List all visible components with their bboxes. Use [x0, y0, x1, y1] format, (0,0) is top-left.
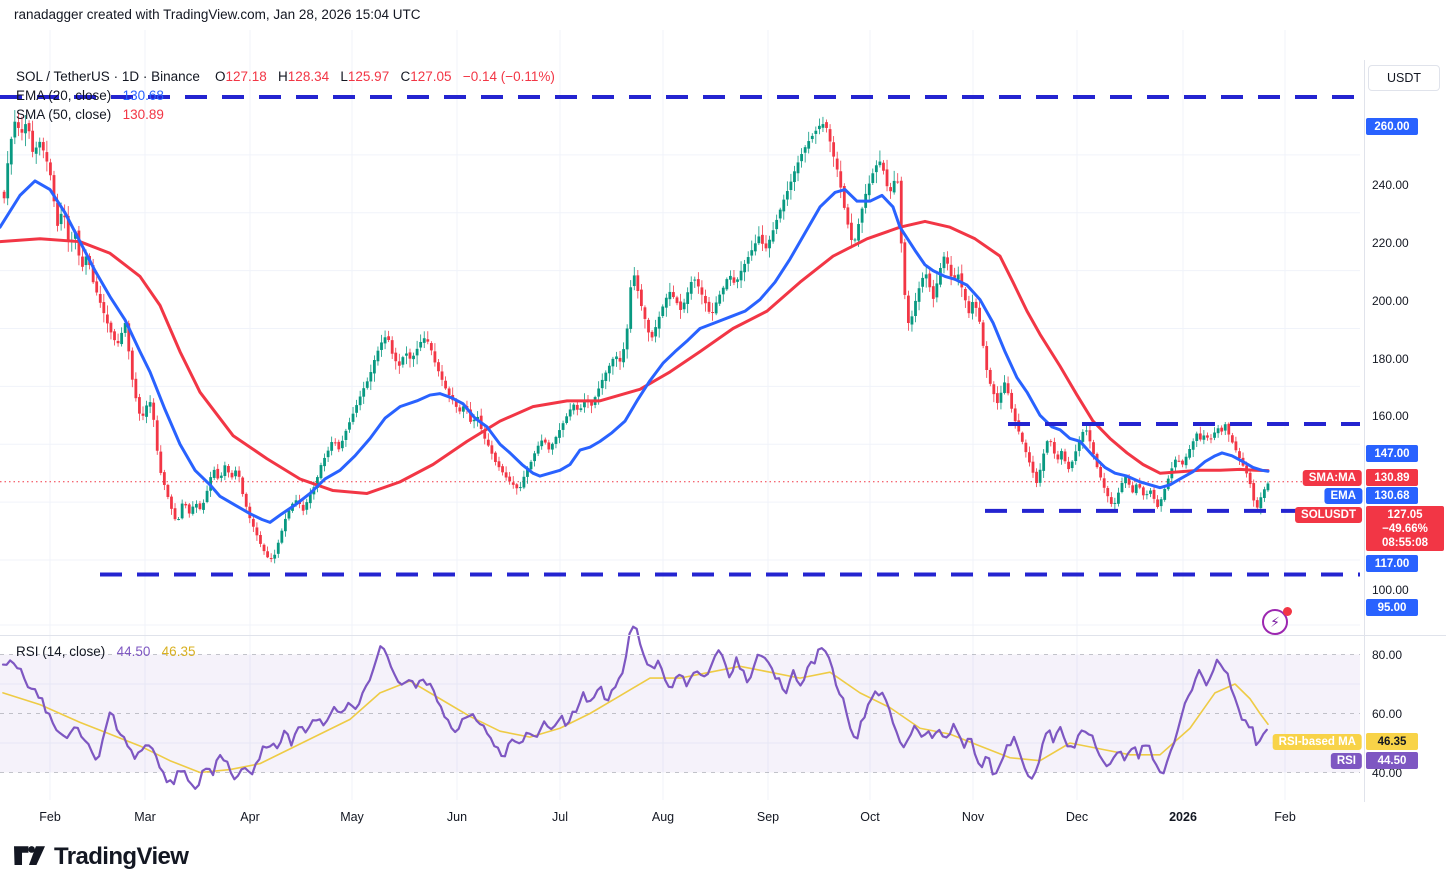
rsi-ma-series-label: RSI-based MA — [1272, 734, 1362, 750]
ema-label: EMA (20, close) — [16, 88, 112, 103]
flash-boost-icon[interactable]: ⚡ — [1261, 607, 1292, 638]
symbol-series-label: SOLUSDT — [1295, 507, 1362, 523]
tradingview-logo[interactable]: TradingView — [14, 843, 189, 871]
month-label-mar-1: Mar — [134, 810, 156, 824]
bar-countdown: 08:55:08 — [1381, 536, 1429, 549]
month-label-aug-6: Aug — [651, 810, 675, 824]
change-percent-value: −49.66% — [1382, 522, 1428, 535]
rsi-tick-60: 60.00 — [1372, 707, 1403, 721]
level-badge-95: 95.00 — [1366, 599, 1418, 616]
tradingview-wordmark: TradingView — [54, 843, 189, 870]
month-label-dec-10: Dec — [1065, 810, 1089, 824]
level-badge-147: 147.00 — [1366, 445, 1418, 462]
notification-dot — [1283, 607, 1292, 616]
pane-separator[interactable] — [0, 635, 1446, 636]
rsi-tick-80: 80.00 — [1372, 648, 1403, 662]
sma-series-label: SMA:MA — [1302, 470, 1362, 486]
month-label-2026-11: 2026 — [1169, 810, 1197, 824]
sma-50-line — [0, 219, 1270, 495]
chart-legend: SOL / TetherUS · 1D · Binance O127.18 H1… — [16, 67, 555, 124]
price-chart-canvas[interactable] — [0, 30, 1360, 801]
price-tick-160: 160.00 — [1372, 409, 1409, 423]
exchange-label: Binance — [151, 69, 200, 84]
month-label-feb-12: Feb — [1274, 810, 1296, 824]
price-tick-220: 220.00 — [1372, 236, 1409, 250]
level-badge-117: 117.00 — [1366, 555, 1418, 572]
interval-label[interactable]: 1D — [122, 69, 139, 84]
rsi-label: RSI (14, close) — [16, 644, 106, 659]
last-price-badge: 127.05 −49.66% 08:55:08 — [1366, 506, 1444, 551]
sma-label: SMA (50, close) — [16, 107, 112, 122]
chart-area[interactable]: SOL / TetherUS · 1D · Binance O127.18 H1… — [0, 30, 1446, 836]
ema-row[interactable]: EMA (20, close) 130.68 — [16, 86, 555, 105]
tradingview-chart-screenshot: ranadagger created with TradingView.com,… — [0, 0, 1446, 888]
month-label-feb-0: Feb — [39, 810, 61, 824]
price-tick-100: 100.00 — [1372, 583, 1409, 597]
last-price-value: 127.05 — [1387, 508, 1423, 521]
rsi-value: 44.50 — [116, 644, 151, 659]
month-label-jul-5: Jul — [552, 810, 568, 824]
close-value: 127.05 — [410, 69, 452, 84]
price-tick-200: 200.00 — [1372, 294, 1409, 308]
price-tick-240: 240.00 — [1372, 178, 1409, 192]
price-tick-180: 180.00 — [1372, 352, 1409, 366]
sma-row[interactable]: SMA (50, close) 130.89 — [16, 105, 555, 124]
price-axis-separator — [1364, 60, 1365, 831]
low-value: 125.97 — [347, 69, 390, 84]
month-label-apr-2: Apr — [240, 810, 260, 824]
month-label-nov-9: Nov — [961, 810, 985, 824]
month-label-may-3: May — [340, 810, 364, 824]
symbol-title[interactable]: SOL / TetherUS — [16, 69, 110, 84]
month-label-jun-4: Jun — [446, 810, 468, 824]
candlestick-series — [2, 110, 1270, 564]
ema-axis-badge: 130.68 — [1366, 487, 1418, 504]
footer: TradingView — [0, 836, 1446, 888]
change-value: −0.14 (−0.11%) — [462, 69, 555, 84]
rsi-ma-value: 46.35 — [161, 644, 196, 659]
time-axis[interactable]: Feb Mar Apr May Jun Jul Aug Sep Oct Nov Dec 2026 Feb — [0, 802, 1446, 836]
rsi-series-label: RSI — [1330, 753, 1362, 769]
high-value: 128.34 — [287, 69, 330, 84]
tradingview-logo-icon — [14, 845, 45, 865]
sma-value: 130.89 — [122, 107, 164, 122]
symbol-row[interactable]: SOL / TetherUS · 1D · Binance O127.18 H1… — [16, 67, 555, 86]
sma-axis-badge: 130.89 — [1366, 469, 1418, 486]
ema-series-label: EMA — [1324, 488, 1362, 504]
ema-value: 130.68 — [122, 88, 164, 103]
open-value: 127.18 — [225, 69, 267, 84]
month-label-oct-8: Oct — [860, 810, 880, 824]
rsi-legend[interactable]: RSI (14, close) 44.50 46.35 — [16, 644, 195, 659]
attribution-text: ranadagger created with TradingView.com,… — [14, 7, 421, 22]
ema-20-line — [0, 179, 1270, 524]
month-label-sep-7: Sep — [756, 810, 780, 824]
rsi-ma-axis-badge: 46.35 — [1366, 733, 1418, 750]
level-badge-260: 260.00 — [1366, 118, 1418, 135]
currency-toggle-button[interactable]: USDT — [1368, 65, 1440, 91]
rsi-axis-badge: 44.50 — [1366, 752, 1418, 769]
